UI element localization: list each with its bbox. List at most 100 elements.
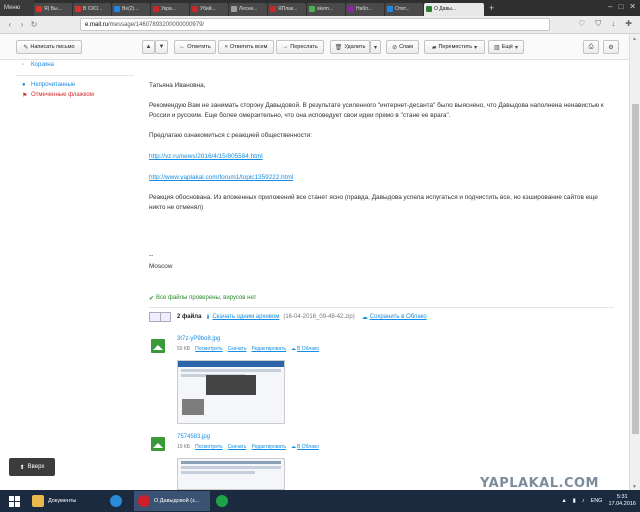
next-message-button[interactable]: ▼ — [155, 40, 168, 54]
browser-tab-bar: Меню Я) Вы... В СКО... Ве(2)... Укра... Убий… — [0, 0, 640, 16]
attachment-preview-image[interactable] — [177, 360, 285, 424]
edit-link[interactable]: Редактировать — [251, 346, 286, 352]
reply-button[interactable]: ← Ответить — [174, 40, 216, 54]
spam-icon: ⊘ — [392, 44, 398, 51]
pencil-icon: ✎ — [23, 44, 29, 51]
url-input[interactable]: e.mail.ru/message/14607893200000000979/ — [80, 18, 550, 31]
download-link[interactable]: Скачать — [228, 444, 247, 450]
browser-tab[interactable]: Ве(2)... — [112, 2, 150, 16]
more-button[interactable]: ▥ Ещё ▾ — [488, 40, 524, 54]
check-icon: ✔ — [149, 296, 155, 302]
move-label: Переместить — [438, 44, 473, 50]
minimize-icon[interactable]: – — [608, 2, 612, 11]
browser-tab[interactable]: skem... — [307, 2, 345, 16]
taskbar-documents[interactable]: Документы — [28, 491, 104, 511]
view-link[interactable]: Посмотреть — [195, 346, 223, 352]
download-icon[interactable]: ↓ — [611, 19, 615, 29]
new-tab-button[interactable]: + — [489, 3, 494, 13]
network-icon[interactable]: ▮ — [573, 498, 576, 504]
back-icon[interactable]: ‹ — [4, 20, 16, 29]
forward-button[interactable]: → Переслать — [276, 40, 324, 54]
page-scrollbar[interactable]: ▲ ▼ — [629, 34, 640, 492]
scroll-to-top-button[interactable]: ⬆ Вверх — [9, 458, 55, 476]
menu-label: Меню — [4, 5, 21, 11]
signature-dash: -- — [149, 252, 154, 259]
move-button[interactable]: ▰ Переместить ▾ — [424, 40, 485, 54]
trash-icon: 🗑 — [334, 44, 343, 51]
delete-button[interactable]: 🗑 Удалить — [330, 40, 370, 54]
message-link-2[interactable]: http://www.yaplakal.com/forum1/topic1359… — [149, 173, 293, 183]
save-to-cloud-link[interactable]: Сохранить в Облако — [370, 314, 427, 320]
sidebar-item-unread[interactable]: ● Непрочитанные — [16, 80, 134, 90]
browser-tab[interactable]: Убий... — [190, 2, 228, 16]
opera-icon — [138, 495, 150, 507]
attachment-preview-image[interactable] — [177, 458, 285, 490]
tab-active[interactable]: О Давы... — [424, 2, 484, 16]
address-bar: ‹ › ↻ e.mail.ru/message/1460789320000000… — [0, 16, 640, 34]
view-toggle-icon[interactable] — [149, 312, 171, 322]
tab-list: Я) Вы... В СКО... Ве(2)... Укра... Убий... Ле… — [34, 1, 485, 16]
flag-icon: ⚑ — [22, 92, 28, 99]
tab-title: Отвт... — [395, 6, 410, 12]
browser-tab[interactable]: В СКО... — [73, 2, 111, 16]
tab-title: Укра... — [161, 6, 176, 12]
attachment-name[interactable]: 7574583.jpg — [177, 434, 210, 440]
sidebar-item-label: Непрочитанные — [31, 82, 76, 88]
browser-tab[interactable]: Отвт... — [385, 2, 423, 16]
maximize-icon[interactable]: □ — [618, 2, 623, 11]
attachment-meta: 19 КБ Посмотреть Скачать Редактировать ☁… — [177, 444, 319, 450]
attachment-size: 19 КБ — [177, 444, 191, 450]
reload-icon[interactable]: ↻ — [28, 20, 40, 29]
forward-label: Переслать — [290, 44, 318, 50]
sidebar-item-flagged[interactable]: ⚑ Отмеченные флажком — [16, 90, 134, 100]
close-window-icon[interactable]: ✕ — [629, 2, 636, 11]
browser-tab[interactable]: ЯПлак... — [268, 2, 306, 16]
start-button[interactable] — [0, 490, 28, 512]
watermark: YAPLAKAL.COM — [480, 476, 599, 491]
scrollbar-thumb[interactable] — [632, 104, 639, 434]
clock[interactable]: 5:31 17.04.2016 — [608, 494, 636, 508]
shield-icon[interactable]: ⛉ — [595, 19, 601, 29]
taskbar-opera[interactable]: О Давыдовой (з... — [134, 491, 210, 511]
tab-title: Набл... — [356, 6, 373, 12]
image-file-icon — [151, 339, 165, 353]
taskbar-ie[interactable] — [106, 491, 132, 511]
reply-all-button[interactable]: «Ответить всем — [218, 40, 274, 54]
print-button[interactable]: ⎙ — [583, 40, 599, 54]
opera-menu-button[interactable]: Меню — [0, 0, 34, 16]
compose-button[interactable]: ✎ Написать письмо — [16, 40, 82, 54]
message-link-1[interactable]: http://vz.ru/news/2016/4/15/805584.html — [149, 152, 263, 162]
bookmark-heart-icon[interactable]: ♡ — [578, 19, 585, 29]
download-all-link[interactable]: Скачать одним архивом — [212, 314, 279, 320]
caret-down-icon: ▾ — [514, 44, 518, 51]
tab-title: Я) Вы... — [44, 6, 62, 12]
to-cloud-link[interactable]: В Облако — [297, 346, 319, 352]
view-link[interactable]: Посмотреть — [195, 444, 223, 450]
delete-dropdown-button[interactable]: ▾ — [370, 40, 381, 54]
tray-chevron-icon[interactable]: ▲ — [561, 498, 566, 504]
taskbar-mailru[interactable] — [212, 491, 238, 511]
edit-link[interactable]: Редактировать — [251, 444, 286, 450]
browser-tab[interactable]: Набл... — [346, 2, 384, 16]
browser-tab[interactable]: Лесни... — [229, 2, 267, 16]
taskbar-label: Документы — [48, 498, 77, 504]
to-cloud-link[interactable]: В Облако — [297, 444, 319, 450]
spam-button[interactable]: ⊘ Спам — [386, 40, 419, 54]
image-file-icon — [151, 437, 165, 451]
settings-button[interactable]: ⚙ — [603, 40, 619, 54]
download-link[interactable]: Скачать — [228, 346, 247, 352]
scroll-up-icon[interactable]: ▲ — [632, 36, 637, 42]
prev-message-button[interactable]: ▲ — [142, 40, 155, 54]
taskbar-label: О Давыдовой (з... — [154, 498, 200, 504]
sidebar-item-trash[interactable]: ▫ Корзина — [16, 60, 134, 70]
browser-tab[interactable]: Укра... — [151, 2, 189, 16]
volume-icon[interactable]: ♪ — [582, 498, 585, 504]
forward-icon[interactable]: › — [16, 20, 28, 29]
browser-tab[interactable]: Я) Вы... — [34, 2, 72, 16]
language-indicator[interactable]: ENG — [591, 498, 603, 504]
attachment-meta: 50 КБ Посмотреть Скачать Редактировать ☁… — [177, 346, 319, 352]
extension-icon[interactable]: ✚ — [625, 19, 632, 29]
tab-title: ЯПлак... — [278, 6, 298, 12]
attachment-name[interactable]: 3t7z-yP9bo8.jpg — [177, 336, 220, 342]
clock-date: 17.04.2016 — [608, 501, 636, 507]
